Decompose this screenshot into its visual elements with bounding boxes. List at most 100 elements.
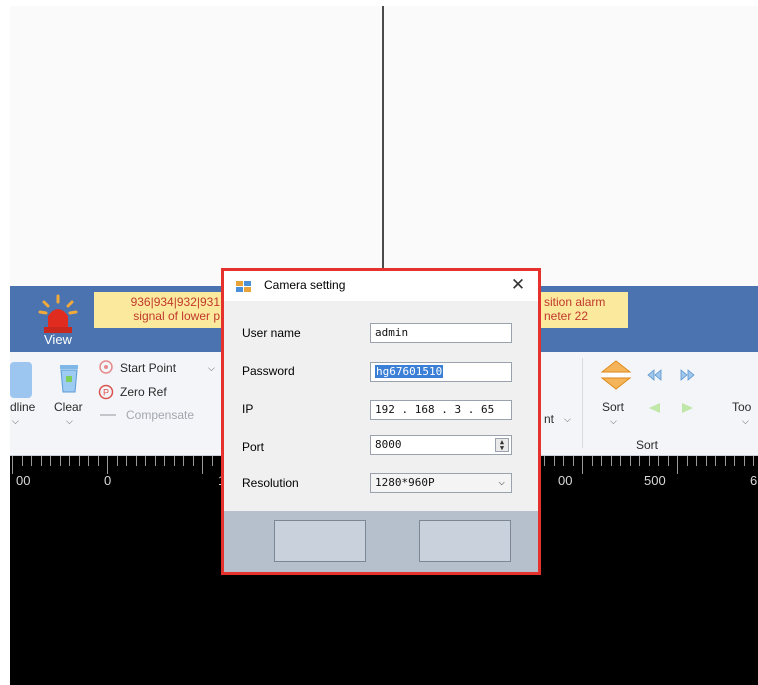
zero-ref-icon[interactable]: P — [98, 384, 114, 400]
alarm-message-right: sition alarm neter 22 — [540, 292, 628, 328]
ruler-tick — [97, 456, 99, 466]
next-icon[interactable] — [680, 402, 696, 414]
username-field[interactable]: admin — [370, 323, 512, 343]
ruler-tick — [40, 456, 42, 466]
ruler-tick — [154, 456, 156, 466]
ruler-tick — [667, 456, 669, 466]
clear-button-label[interactable]: Clear — [54, 400, 83, 414]
username-label: User name — [242, 326, 301, 340]
ruler-label: 0 — [104, 473, 112, 488]
port-stepper[interactable]: 8000 ▲ ▼ — [370, 435, 512, 455]
ruler-tick — [686, 456, 688, 466]
first-icon[interactable] — [646, 368, 662, 382]
ruler-tick — [135, 456, 137, 466]
sort-icon[interactable] — [598, 358, 634, 392]
ruler-label: 6 — [750, 473, 758, 488]
ruler-label: 00 — [16, 473, 31, 488]
sort-button-label[interactable]: Sort — [602, 400, 624, 414]
ruler-tick — [743, 456, 745, 466]
ruler-tick — [69, 456, 70, 466]
dialog-title: Camera setting — [264, 278, 346, 292]
resolution-value: 1280*960P — [375, 476, 435, 489]
chevron-down-icon[interactable]: ⌵ — [742, 416, 749, 427]
password-field[interactable]: hg67601510 — [370, 362, 512, 382]
ruler-tick — [677, 456, 678, 474]
ruler-tick — [173, 456, 175, 466]
ruler-tick — [724, 456, 726, 466]
canvas-view[interactable] — [10, 6, 758, 286]
resolution-select[interactable]: 1280*960P ⌵ — [370, 473, 512, 493]
chevron-down-icon[interactable]: ⌵ — [66, 416, 73, 427]
alarm-left-line2: signal of lower p — [133, 309, 220, 323]
username-value: admin — [375, 326, 409, 339]
ruler-tick — [202, 456, 203, 474]
start-point-label[interactable]: Start Point — [120, 361, 176, 375]
nt-button-label[interactable]: nt — [544, 412, 554, 426]
prev-icon[interactable] — [646, 402, 662, 414]
ruler-tick — [715, 456, 716, 466]
ip-value: 192 . 168 . 3 . 65 — [375, 403, 495, 416]
chevron-down-icon[interactable]: ⌵ — [610, 416, 617, 427]
ruler-tick — [164, 456, 165, 466]
ok-button[interactable] — [274, 520, 366, 562]
chevron-down-icon[interactable]: ⌵ — [498, 475, 505, 489]
password-value: hg67601510 — [375, 365, 444, 378]
ruler-tick — [31, 456, 32, 466]
ruler-tick — [658, 456, 659, 466]
ip-label: IP — [242, 402, 254, 416]
sort-group-label: Sort — [636, 438, 659, 452]
ruler-tick — [21, 456, 23, 466]
ruler-tick — [563, 456, 564, 466]
ruler-tick — [88, 456, 89, 466]
ruler-tick — [12, 456, 13, 474]
ruler-label: 00 — [558, 473, 573, 488]
ruler-tick — [553, 456, 555, 466]
alarm-right-line2: neter 22 — [544, 309, 589, 323]
chevron-down-icon[interactable]: ⌵ — [208, 363, 215, 374]
ruler-tick — [116, 456, 118, 466]
app-window: View 936|934|932|931 signal of lower p s… — [0, 0, 758, 685]
last-icon[interactable] — [680, 368, 696, 382]
zero-ref-label[interactable]: Zero Ref — [120, 385, 167, 399]
ruler-tick — [183, 456, 184, 466]
ruler-tick — [59, 456, 61, 466]
dline-tile-icon[interactable] — [10, 362, 32, 398]
ruler-tick — [705, 456, 707, 466]
ruler-tick — [145, 456, 146, 466]
ruler-tick — [639, 456, 640, 466]
chevron-down-icon[interactable]: ⌵ — [564, 414, 571, 425]
ruler-tick — [78, 456, 80, 466]
ruler-tick — [50, 456, 51, 466]
port-value: 8000 — [375, 438, 402, 451]
ruler-tick — [582, 456, 583, 474]
camera-setting-dialog: Camera setting ✕ User name admin Passwor… — [221, 268, 541, 575]
view-tab-label[interactable]: View — [44, 332, 72, 347]
ruler-tick — [610, 456, 612, 466]
spin-icon[interactable]: ▲ ▼ — [495, 438, 509, 452]
start-point-icon[interactable] — [98, 360, 114, 376]
dialog-footer — [224, 511, 538, 572]
ruler-tick — [629, 456, 631, 466]
ruler-label: 500 — [644, 473, 666, 488]
password-label: Password — [242, 364, 295, 378]
dialog-titlebar[interactable]: Camera setting ✕ — [224, 271, 538, 301]
canvas-divider-line — [382, 6, 384, 284]
ruler-tick — [696, 456, 697, 466]
port-label: Port — [242, 440, 265, 454]
alarm-right-line1: sition alarm — [544, 295, 606, 309]
chevron-down-icon[interactable]: ⌵ — [12, 416, 19, 427]
dline-button-label[interactable]: dline — [10, 400, 35, 414]
ribbon-separator — [582, 358, 583, 448]
cancel-button[interactable] — [419, 520, 511, 562]
close-icon[interactable]: ✕ — [508, 275, 528, 295]
ruler-tick — [572, 456, 574, 466]
ruler-tick — [544, 456, 545, 466]
camera-setting-icon — [236, 281, 251, 292]
compensate-icon — [100, 414, 116, 416]
tools-button-label[interactable]: Too — [732, 400, 751, 414]
ruler-tick — [734, 456, 735, 466]
ruler-tick — [591, 456, 593, 466]
ip-address-field[interactable]: 192 . 168 . 3 . 65 — [370, 400, 512, 420]
ruler-tick — [620, 456, 621, 466]
trash-icon[interactable] — [56, 362, 82, 394]
